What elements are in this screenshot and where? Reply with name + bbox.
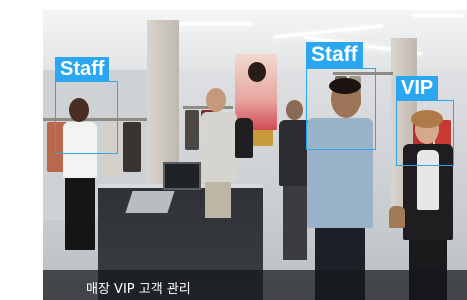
pos-monitor <box>163 162 201 190</box>
ceiling-light <box>413 14 463 17</box>
vip-detection-box <box>396 100 454 166</box>
poster-model <box>248 62 266 82</box>
laptop <box>125 191 175 213</box>
hanging-garment <box>123 122 141 172</box>
staff-detection-box <box>55 81 118 154</box>
caption-text: 매장 VIP 고객 관리 <box>86 282 191 297</box>
staff-detection-label: Staff <box>306 42 363 68</box>
handbag <box>389 206 405 228</box>
vip-detection-label: VIP <box>396 76 439 101</box>
staff-detection-label: Staff <box>55 57 110 82</box>
staff-detection-box <box>306 68 376 150</box>
hanging-garment <box>185 110 199 150</box>
